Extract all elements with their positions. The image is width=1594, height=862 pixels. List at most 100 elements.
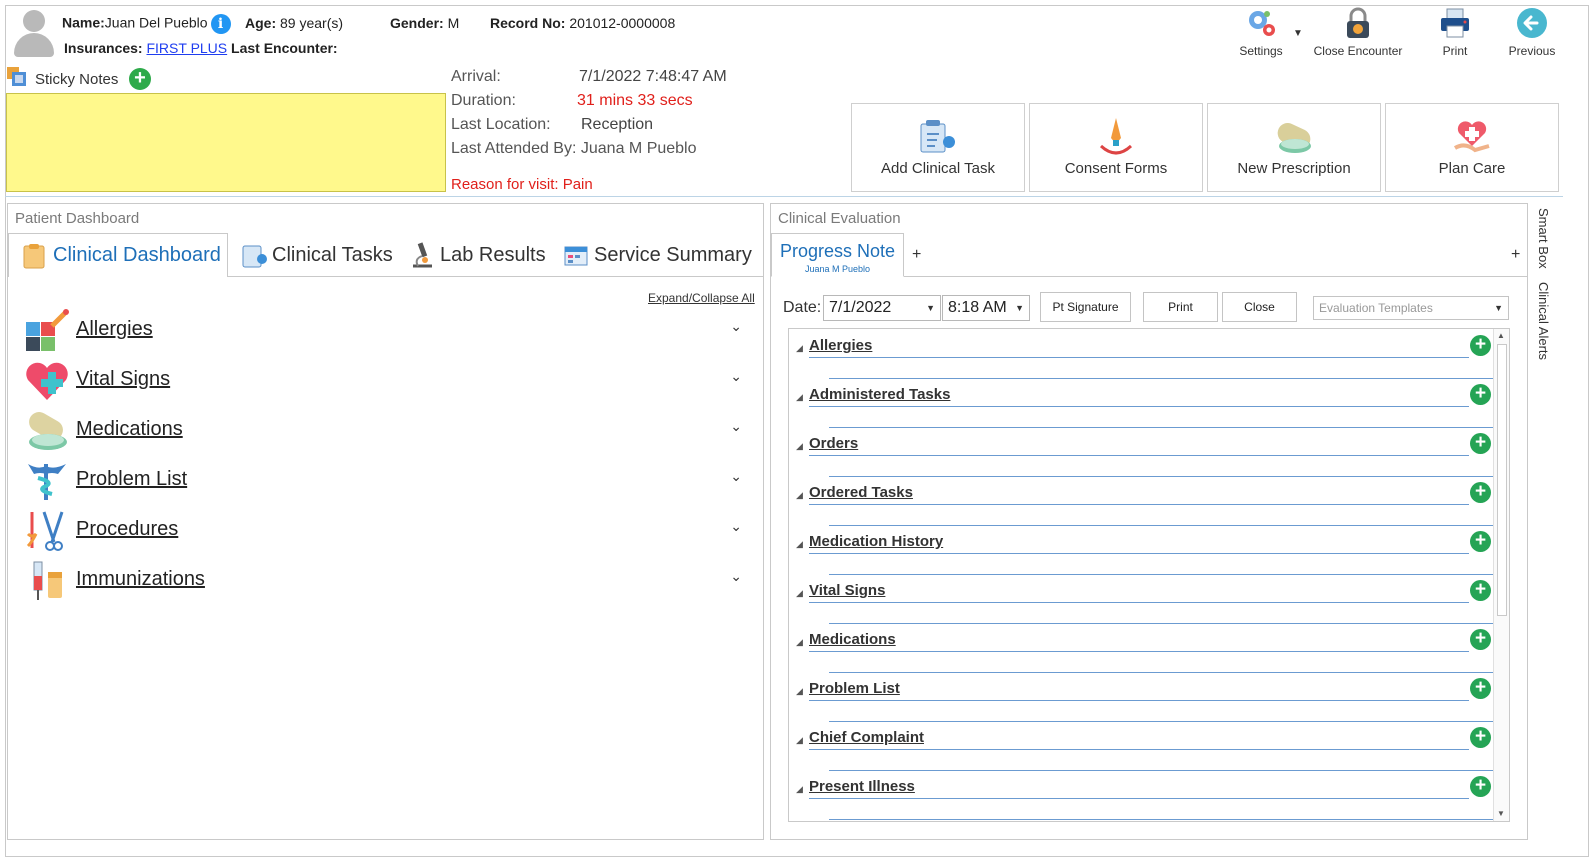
date-picker[interactable]: 7/1/2022 ▼ <box>823 295 941 321</box>
tab-smart-box[interactable]: Smart Box <box>1536 208 1551 269</box>
add-orders-button[interactable]: + <box>1470 433 1491 454</box>
chevron-down-icon[interactable]: ⌄ <box>730 418 742 435</box>
chevron-down-icon[interactable]: ⌄ <box>730 518 742 535</box>
allergies-icon <box>24 308 70 354</box>
dashboard-item-vital-signs[interactable]: Vital Signs ⌄ <box>22 356 752 404</box>
tab-clinical-tasks[interactable]: Clinical Tasks <box>240 233 393 277</box>
chevron-down-icon[interactable]: ⌄ <box>730 318 742 335</box>
sticky-notes-area[interactable] <box>6 93 446 192</box>
section-label[interactable]: Ordered Tasks <box>809 484 913 501</box>
add-present-illness-button[interactable]: + <box>1470 776 1491 797</box>
patient-gender: M <box>447 15 460 31</box>
section-label[interactable]: Present Illness <box>809 778 915 795</box>
scroll-up-icon[interactable]: ▲ <box>1497 331 1505 340</box>
add-sticky-note-button[interactable]: + <box>129 68 151 90</box>
evaluation-templates-select[interactable]: Evaluation Templates ▼ <box>1313 296 1509 320</box>
patient-name-group: Name:Juan Del Pueblo i <box>62 14 231 34</box>
section-label[interactable]: Medications <box>809 631 896 648</box>
scrollbar-thumb[interactable] <box>1497 344 1507 616</box>
chevron-down-icon[interactable]: ⌄ <box>730 568 742 585</box>
scroll-down-icon[interactable]: ▼ <box>1497 809 1505 818</box>
patient-dashboard-title: Patient Dashboard <box>15 210 140 227</box>
record-group: Record No: 201012-0000008 <box>490 15 675 31</box>
reason-for-visit: Reason for visit: Pain <box>451 176 593 193</box>
collapse-triangle-icon[interactable]: ◢ <box>796 637 803 648</box>
evaluation-print-button[interactable]: Print <box>1143 292 1218 322</box>
section-label[interactable]: Orders <box>809 435 858 452</box>
add-clinical-task-label: Add Clinical Task <box>881 160 995 177</box>
tab-lab-results[interactable]: Lab Results <box>408 233 546 277</box>
last-attended-value: Juana M Pueblo <box>580 140 697 157</box>
chevron-down-icon[interactable]: ⌄ <box>730 468 742 485</box>
tab-progress-note[interactable]: Progress Note Juana M Pueblo <box>771 233 904 277</box>
section-label[interactable]: Vital Signs <box>809 582 885 599</box>
expand-collapse-all-link[interactable]: Expand/Collapse All <box>648 291 755 305</box>
settings-dropdown-caret[interactable]: ▼ <box>1293 28 1303 39</box>
section-label[interactable]: Allergies <box>809 337 872 354</box>
date-value: 7/1/2022 <box>829 299 892 316</box>
time-value: 8:18 AM <box>948 299 1007 316</box>
collapse-triangle-icon[interactable]: ◢ <box>796 539 803 550</box>
collapse-triangle-icon[interactable]: ◢ <box>796 784 803 795</box>
consent-forms-label: Consent Forms <box>1064 160 1168 177</box>
add-panel-button[interactable]: + <box>1511 246 1520 264</box>
tab-service-summary[interactable]: Service Summary <box>562 233 752 277</box>
previous-button[interactable]: Previous <box>1487 6 1577 58</box>
add-allergies-button[interactable]: + <box>1470 335 1491 356</box>
tab-clinical-tasks-label: Clinical Tasks <box>272 243 393 266</box>
eval-section-orders: ◢ Orders + <box>789 429 1494 478</box>
evaluation-scrollbar[interactable]: ▲ ▼ <box>1493 329 1509 821</box>
print-label: Print <box>1442 44 1468 58</box>
collapse-triangle-icon[interactable]: ◢ <box>796 441 803 452</box>
collapse-triangle-icon[interactable]: ◢ <box>796 588 803 599</box>
collapse-triangle-icon[interactable]: ◢ <box>796 686 803 697</box>
add-medication-history-button[interactable]: + <box>1470 531 1491 552</box>
close-encounter-button[interactable]: Close Encounter <box>1313 6 1403 58</box>
add-problem-list-button[interactable]: + <box>1470 678 1491 699</box>
header-divider <box>5 196 1563 197</box>
plan-care-button[interactable]: Plan Care <box>1385 103 1559 192</box>
section-label[interactable]: Chief Complaint <box>809 729 924 746</box>
chevron-down-icon[interactable]: ⌄ <box>730 368 742 385</box>
dashboard-item-allergies[interactable]: Allergies ⌄ <box>22 306 752 354</box>
add-tab-button[interactable]: + <box>912 246 921 264</box>
dashboard-item-procedures[interactable]: Procedures ⌄ <box>22 506 752 554</box>
collapse-triangle-icon[interactable]: ◢ <box>796 343 803 354</box>
add-ordered-tasks-button[interactable]: + <box>1470 482 1491 503</box>
add-clinical-task-button[interactable]: Add Clinical Task <box>851 103 1025 192</box>
add-vital-signs-button[interactable]: + <box>1470 580 1491 601</box>
collapse-triangle-icon[interactable]: ◢ <box>796 735 803 746</box>
evaluation-close-button[interactable]: Close <box>1222 292 1297 322</box>
new-prescription-button[interactable]: New Prescription <box>1207 103 1381 192</box>
medications-label: Medications <box>76 418 183 440</box>
sticky-notes-label: Sticky Notes <box>35 71 119 88</box>
eval-section-vital-signs: ◢ Vital Signs + <box>789 576 1494 625</box>
add-administered-tasks-button[interactable]: + <box>1470 384 1491 405</box>
section-label[interactable]: Medication History <box>809 533 943 550</box>
tab-clinical-dashboard-label: Clinical Dashboard <box>53 244 221 266</box>
info-icon[interactable]: i <box>210 14 231 34</box>
tab-clinical-dashboard[interactable]: Clinical Dashboard <box>8 233 228 277</box>
pt-signature-button[interactable]: Pt Signature <box>1040 292 1131 322</box>
section-label[interactable]: Administered Tasks <box>809 386 950 403</box>
patient-age: 89 year(s) <box>280 15 344 31</box>
microscope-icon <box>408 241 436 269</box>
evaluation-templates-placeholder: Evaluation Templates <box>1319 301 1433 315</box>
dashboard-item-immunizations[interactable]: Immunizations ⌄ <box>22 556 752 604</box>
consent-forms-button[interactable]: Consent Forms <box>1029 103 1203 192</box>
dashboard-item-problem-list[interactable]: Problem List ⌄ <box>22 456 752 504</box>
dashboard-item-medications[interactable]: Medications ⌄ <box>22 406 752 454</box>
add-medications-button[interactable]: + <box>1470 629 1491 650</box>
progress-note-author: Juana M Pueblo <box>804 264 871 274</box>
eval-section-chief-complaint: ◢ Chief Complaint + <box>789 723 1494 772</box>
insurance-link[interactable]: FIRST PLUS <box>146 40 227 56</box>
time-picker[interactable]: 8:18 AM ▼ <box>942 295 1030 321</box>
procedures-label: Procedures <box>76 518 179 540</box>
collapse-triangle-icon[interactable]: ◢ <box>796 392 803 403</box>
tab-clinical-alerts[interactable]: Clinical Alerts <box>1536 282 1551 360</box>
add-chief-complaint-button[interactable]: + <box>1470 727 1491 748</box>
section-label[interactable]: Problem List <box>809 680 900 697</box>
collapse-triangle-icon[interactable]: ◢ <box>796 490 803 501</box>
record-number: 201012-0000008 <box>569 15 676 31</box>
evaluation-sections-list: ◢ Allergies + ◢ Administered Tasks + ◢ O… <box>788 328 1510 822</box>
